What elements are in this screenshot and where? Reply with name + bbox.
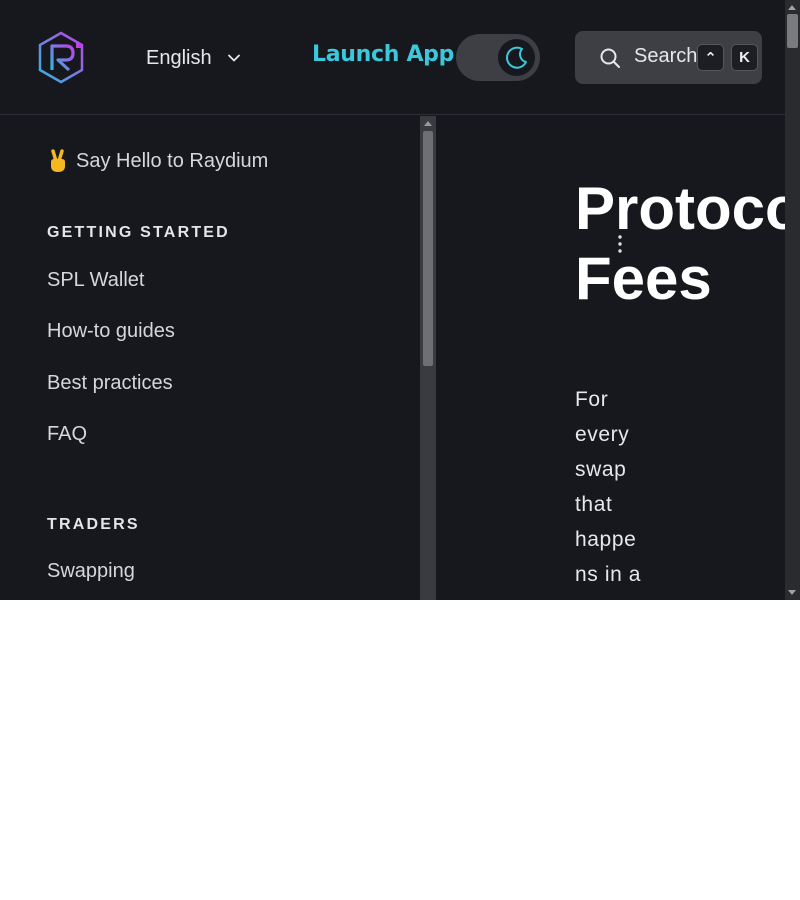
vertical-dots-icon[interactable]	[617, 234, 623, 256]
moon-icon	[505, 46, 527, 69]
body-line: that	[575, 493, 613, 516]
body-line: every	[575, 423, 630, 446]
body-paragraph: For every swap that happe ns in a pool	[575, 382, 651, 600]
page-scrollbar-thumb[interactable]	[787, 14, 798, 48]
sidebar-item-best-practices[interactable]: Best practices	[47, 372, 173, 395]
body-line: pool	[575, 592, 651, 600]
sidebar-item-how-to-guides[interactable]: How-to guides	[47, 320, 175, 343]
body-line: swap	[575, 458, 627, 481]
scroll-up-arrow-icon[interactable]	[424, 121, 432, 126]
section-title-traders: TRADERS	[47, 516, 140, 533]
shortcut-k-key: K	[731, 44, 758, 71]
chevron-down-icon	[227, 54, 240, 62]
page-title-line-1: Protocol	[575, 175, 785, 242]
sidebar-item-spl-wallet[interactable]: SPL Wallet	[47, 269, 144, 292]
theme-toggle-knob	[498, 39, 535, 76]
language-label: English	[146, 46, 212, 69]
scroll-down-arrow-icon[interactable]	[788, 590, 796, 595]
search-icon	[600, 48, 620, 68]
sidebar-scrollbar-thumb[interactable]	[423, 131, 433, 366]
sidebar-item-faq[interactable]: FAQ	[47, 423, 87, 446]
sidebar-item-label: Say Hello to Raydium	[76, 149, 269, 172]
victory-hand-icon	[51, 149, 65, 172]
body-line: happe	[575, 528, 637, 551]
sidebar-item-say-hello[interactable]: Say Hello to Raydium	[47, 149, 268, 173]
main-content: Protocol Fees For every swap that happe …	[436, 116, 785, 600]
search-label: Search	[634, 45, 698, 67]
app-viewport: English Launch App Search ⌃ K Say Hello …	[0, 0, 800, 600]
top-header: English Launch App Search ⌃ K	[0, 0, 785, 115]
section-title-getting-started: GETTING STARTED	[47, 224, 230, 241]
scroll-up-arrow-icon[interactable]	[788, 5, 796, 10]
page-title: Protocol Fees	[575, 174, 785, 314]
page-title-line-2: Fees	[575, 245, 712, 312]
language-selector[interactable]: English	[146, 44, 242, 72]
page-scrollbar[interactable]	[785, 0, 800, 600]
launch-app-link[interactable]: Launch App	[312, 42, 454, 67]
search-button[interactable]: Search ⌃ K	[575, 31, 762, 84]
sidebar-item-swapping[interactable]: Swapping	[47, 560, 135, 583]
body-line: For	[575, 388, 609, 411]
body-line: ns in a	[575, 563, 642, 586]
raydium-logo-icon[interactable]	[36, 30, 86, 85]
shortcut-ctrl-key: ⌃	[697, 44, 724, 71]
theme-toggle[interactable]	[456, 34, 540, 81]
sidebar-scrollbar[interactable]	[420, 116, 436, 600]
